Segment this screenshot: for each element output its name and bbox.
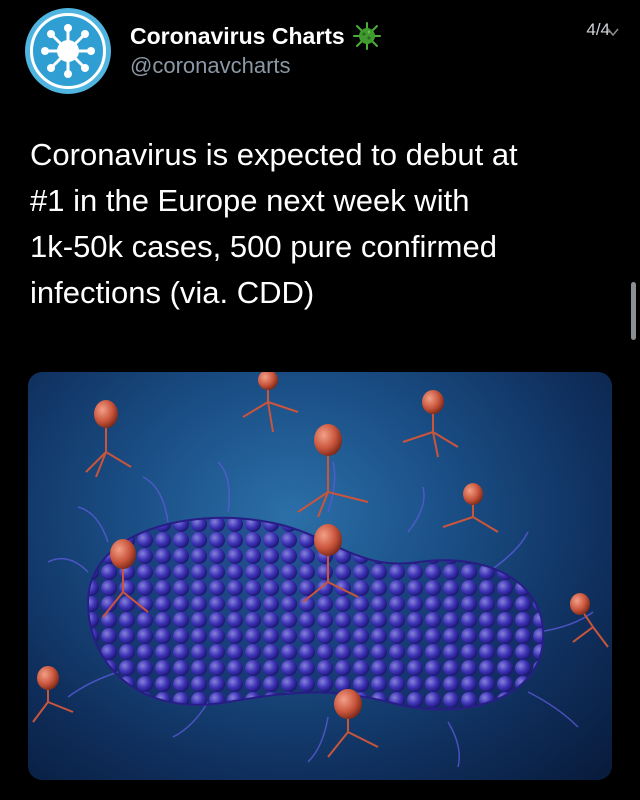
display-name-row: Coronavirus Charts bbox=[130, 20, 381, 52]
display-name[interactable]: Coronavirus Charts bbox=[130, 23, 345, 50]
tweet-text: Coronavirus is expected to debut at #1 i… bbox=[30, 137, 518, 310]
bacteriophage-illustration-image bbox=[32, 372, 609, 768]
tweet-media-image[interactable] bbox=[28, 372, 612, 780]
avatar[interactable] bbox=[25, 8, 111, 94]
scrollbar[interactable] bbox=[631, 282, 636, 340]
handle[interactable]: @coronavcharts bbox=[130, 53, 291, 79]
virus-emoji-icon bbox=[352, 22, 381, 50]
chevron-down-icon[interactable] bbox=[606, 26, 620, 38]
avatar-inner bbox=[30, 13, 106, 89]
virus-logo-icon bbox=[41, 24, 95, 78]
